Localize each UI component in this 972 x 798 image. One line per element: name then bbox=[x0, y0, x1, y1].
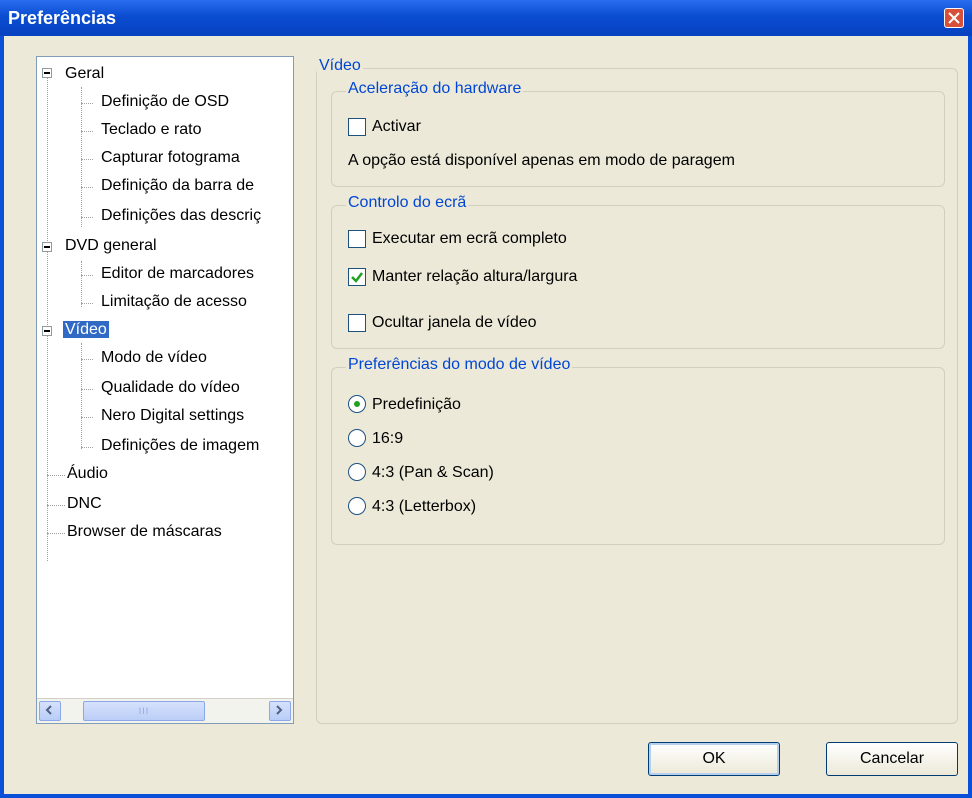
tree-item-dvd-general[interactable]: DVD general bbox=[65, 233, 157, 259]
tree-item-qualidade[interactable]: Qualidade do vídeo bbox=[101, 375, 240, 401]
tree-item-modo-video[interactable]: Modo de vídeo bbox=[101, 345, 207, 371]
tree-item-osd[interactable]: Definição de OSD bbox=[101, 89, 229, 115]
ok-button[interactable]: OK bbox=[648, 742, 780, 776]
close-button[interactable] bbox=[944, 8, 964, 28]
tree-item-limitacao[interactable]: Limitação de acesso bbox=[101, 289, 247, 315]
scroll-thumb[interactable]: III bbox=[83, 701, 205, 721]
collapse-geral-icon[interactable] bbox=[42, 68, 52, 78]
tree-item-teclado[interactable]: Teclado e rato bbox=[101, 117, 202, 143]
radio-circle[interactable] bbox=[348, 429, 366, 447]
window-title: Preferências bbox=[8, 8, 117, 28]
radio-circle[interactable] bbox=[348, 395, 366, 413]
scroll-grip: III bbox=[138, 706, 150, 716]
tree-item-imagem[interactable]: Definições de imagem bbox=[101, 433, 259, 459]
video-mode-title: Preferências do modo de vídeo bbox=[346, 356, 573, 374]
tree-item-marcadores[interactable]: Editor de marcadores bbox=[101, 261, 254, 287]
collapse-video-icon[interactable] bbox=[42, 326, 52, 336]
title-bar[interactable]: Preferências bbox=[0, 0, 972, 36]
tree-item-barra[interactable]: Definição da barra de bbox=[101, 173, 254, 199]
screen-control-group: Controlo do ecrã Executar em ecrã comple… bbox=[331, 194, 945, 349]
tree-item-video[interactable]: Vídeo bbox=[62, 317, 110, 343]
collapse-dvd-icon[interactable] bbox=[42, 242, 52, 252]
checkbox-box[interactable] bbox=[348, 268, 366, 286]
radio-circle[interactable] bbox=[348, 497, 366, 515]
tree-horizontal-scrollbar[interactable]: III bbox=[37, 698, 293, 723]
checkbox-box[interactable] bbox=[348, 118, 366, 136]
radio-selected-dot bbox=[354, 401, 360, 407]
tree-item-nero[interactable]: Nero Digital settings bbox=[101, 403, 244, 429]
hardware-acceleration-title: Aceleração do hardware bbox=[346, 80, 524, 98]
video-panel: Vídeo Aceleração do hardware Activar A o… bbox=[316, 57, 958, 724]
cancel-button[interactable]: Cancelar bbox=[826, 742, 958, 776]
arrow-right-icon bbox=[276, 705, 283, 715]
scroll-left-button[interactable] bbox=[39, 701, 61, 721]
scroll-right-button[interactable] bbox=[269, 701, 291, 721]
arrow-left-icon bbox=[45, 705, 52, 715]
category-tree[interactable]: Geral Definição de OSD Teclado e rato Ca… bbox=[36, 56, 294, 724]
tree-item-dnc[interactable]: DNC bbox=[67, 491, 102, 517]
video-panel-title: Vídeo bbox=[317, 57, 363, 75]
tree-item-audio[interactable]: Áudio bbox=[67, 461, 108, 487]
video-mode-group: Preferências do modo de vídeo Predefiniç… bbox=[331, 356, 945, 545]
checkmark-icon bbox=[351, 272, 363, 283]
preferences-window: Preferências Geral Definição de OSD Tecl… bbox=[0, 0, 972, 798]
checkbox-box[interactable] bbox=[348, 230, 366, 248]
checkbox-box[interactable] bbox=[348, 314, 366, 332]
tree-item-mascaras[interactable]: Browser de máscaras bbox=[67, 519, 222, 545]
tree-item-capturar[interactable]: Capturar fotograma bbox=[101, 145, 240, 171]
screen-control-title: Controlo do ecrã bbox=[346, 194, 469, 212]
close-icon bbox=[948, 12, 960, 24]
radio-circle[interactable] bbox=[348, 463, 366, 481]
tree-item-descricoes[interactable]: Definições das descriç bbox=[101, 203, 261, 229]
tree-item-geral[interactable]: Geral bbox=[65, 61, 104, 87]
hardware-acceleration-group: Aceleração do hardware Activar A opção e… bbox=[331, 80, 945, 187]
